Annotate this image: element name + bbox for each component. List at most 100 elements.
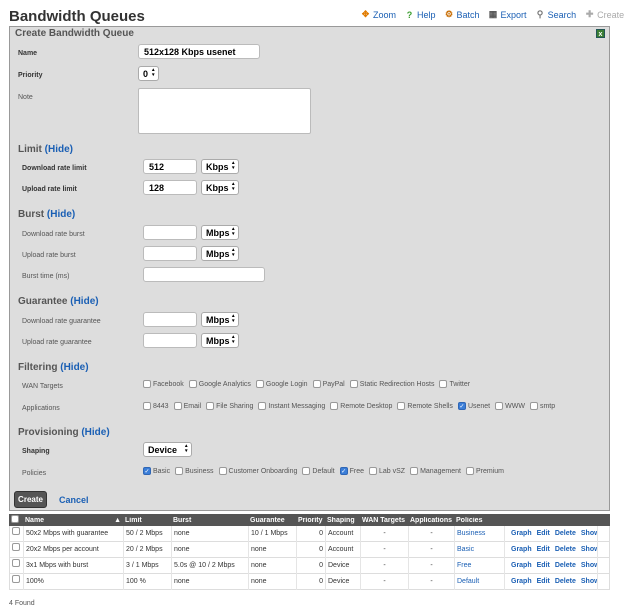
close-icon[interactable]: x xyxy=(596,29,605,38)
checkbox-checked-icon[interactable]: ✓ xyxy=(143,467,151,475)
checkbox-icon[interactable] xyxy=(349,380,358,388)
download-burst-unit-select[interactable]: Mbps xyxy=(201,225,239,240)
checkbox-icon[interactable] xyxy=(369,467,377,475)
header-policies[interactable]: Policies xyxy=(454,517,504,524)
checkbox-management[interactable]: Management xyxy=(410,467,461,475)
row-checkbox[interactable] xyxy=(12,542,20,551)
checkbox-8443[interactable]: 8443 xyxy=(143,402,169,410)
provisioning-hide-link[interactable]: (Hide) xyxy=(81,427,109,438)
download-guarantee-input[interactable] xyxy=(143,312,197,327)
checkbox-icon[interactable] xyxy=(495,402,504,410)
checkbox-facebook[interactable]: Facebook xyxy=(143,380,184,388)
checkbox-icon[interactable] xyxy=(330,402,339,410)
checkbox-icon[interactable] xyxy=(173,402,182,410)
show-link[interactable]: Show xyxy=(581,526,597,542)
burst-hide-link[interactable]: (Hide) xyxy=(47,209,75,220)
upload-burst-unit-select[interactable]: Mbps xyxy=(201,246,239,261)
header-name[interactable]: Name ▲ xyxy=(23,517,123,524)
checkbox-icon[interactable] xyxy=(258,402,267,410)
zoom-button[interactable]: ✥ Zoom xyxy=(360,9,396,20)
row-checkbox[interactable] xyxy=(12,526,20,535)
checkbox-file-sharing[interactable]: File Sharing xyxy=(206,402,253,410)
checkbox-icon[interactable] xyxy=(206,402,215,410)
name-field[interactable]: 512x128 Kbps usenet xyxy=(138,44,260,59)
checkbox-paypal[interactable]: PayPal xyxy=(312,380,345,388)
show-link[interactable]: Show xyxy=(581,542,597,558)
burst-time-input[interactable] xyxy=(143,267,265,282)
help-button[interactable]: ? Help xyxy=(404,9,436,20)
checkbox-smtp[interactable]: smtp xyxy=(529,402,555,410)
export-button[interactable]: ▦ Export xyxy=(488,9,527,20)
delete-link[interactable]: Delete xyxy=(555,542,576,558)
checkbox-customer-onboarding[interactable]: Customer Onboarding xyxy=(218,467,297,475)
checkbox-premium[interactable]: Premium xyxy=(465,467,504,475)
graph-link[interactable]: Graph xyxy=(511,574,532,590)
checkbox-icon[interactable] xyxy=(397,402,406,410)
download-limit-unit-select[interactable]: Kbps xyxy=(201,159,239,174)
header-shaping[interactable]: Shaping xyxy=(325,517,360,524)
edit-link[interactable]: Edit xyxy=(537,542,550,558)
upload-limit-unit-select[interactable]: Kbps xyxy=(201,180,239,195)
batch-button[interactable]: ⚙ Batch xyxy=(444,9,480,20)
cell-policies[interactable]: Basic xyxy=(455,541,505,558)
checkbox-google-analytics[interactable]: Google Analytics xyxy=(188,380,251,388)
delete-link[interactable]: Delete xyxy=(555,558,576,574)
shaping-select[interactable]: Device xyxy=(143,442,192,457)
download-burst-input[interactable] xyxy=(143,225,197,240)
graph-link[interactable]: Graph xyxy=(511,526,532,542)
show-link[interactable]: Show xyxy=(581,574,597,590)
cell-policies[interactable]: Business xyxy=(455,525,505,542)
checkbox-instant-messaging[interactable]: Instant Messaging xyxy=(258,402,325,410)
checkbox-static-redirection-hosts[interactable]: Static Redirection Hosts xyxy=(349,380,434,388)
filtering-hide-link[interactable]: (Hide) xyxy=(60,362,88,373)
checkbox-usenet[interactable]: ✓ Usenet xyxy=(457,402,490,410)
cell-policies[interactable]: Free xyxy=(455,557,505,574)
header-guarantee[interactable]: Guarantee xyxy=(248,517,296,524)
upload-burst-input[interactable] xyxy=(143,246,197,261)
checkbox-remote-desktop[interactable]: Remote Desktop xyxy=(330,402,392,410)
checkbox-free[interactable]: ✓ Free xyxy=(339,467,364,475)
cancel-link[interactable]: Cancel xyxy=(59,495,89,505)
delete-link[interactable]: Delete xyxy=(555,574,576,590)
download-guarantee-unit-select[interactable]: Mbps xyxy=(201,312,239,327)
show-link[interactable]: Show xyxy=(581,558,597,574)
checkbox-icon[interactable] xyxy=(439,380,448,388)
row-checkbox[interactable] xyxy=(12,574,20,583)
limit-hide-link[interactable]: (Hide) xyxy=(45,144,73,155)
checkbox-icon[interactable] xyxy=(188,380,197,388)
checkbox-icon[interactable] xyxy=(312,380,321,388)
download-limit-input[interactable]: 512 xyxy=(143,159,197,174)
checkbox-email[interactable]: Email xyxy=(173,402,201,410)
checkbox-icon[interactable] xyxy=(302,467,311,475)
header-priority[interactable]: Priority xyxy=(296,517,325,524)
graph-link[interactable]: Graph xyxy=(511,558,532,574)
cell-policies[interactable]: Default xyxy=(455,573,505,590)
select-all-checkbox[interactable] xyxy=(11,515,19,523)
checkbox-basic[interactable]: ✓ Basic xyxy=(143,467,170,475)
header-burst[interactable]: Burst xyxy=(171,517,248,524)
header-wan-targets[interactable]: WAN Targets xyxy=(360,517,408,524)
edit-link[interactable]: Edit xyxy=(537,574,550,590)
edit-link[interactable]: Edit xyxy=(537,558,550,574)
search-button[interactable]: ⚲ Search xyxy=(535,9,576,20)
edit-link[interactable]: Edit xyxy=(537,526,550,542)
delete-link[interactable]: Delete xyxy=(555,526,576,542)
upload-limit-input[interactable]: 128 xyxy=(143,180,197,195)
checkbox-www[interactable]: WWW xyxy=(495,402,525,410)
checkbox-checked-icon[interactable]: ✓ xyxy=(339,467,348,475)
upload-guarantee-unit-select[interactable]: Mbps xyxy=(201,333,239,348)
checkbox-icon[interactable] xyxy=(143,402,151,410)
checkbox-business[interactable]: Business xyxy=(175,467,214,475)
checkbox-twitter[interactable]: Twitter xyxy=(439,380,470,388)
checkbox-icon[interactable] xyxy=(410,467,419,475)
checkbox-icon[interactable] xyxy=(465,467,474,475)
checkbox-lab-vsz[interactable]: Lab vSZ xyxy=(369,467,405,475)
checkbox-icon[interactable] xyxy=(255,380,264,388)
header-applications[interactable]: Applications xyxy=(408,517,454,524)
priority-select[interactable]: 0 xyxy=(138,66,159,81)
checkbox-icon[interactable] xyxy=(529,402,538,410)
checkbox-remote-shells[interactable]: Remote Shells xyxy=(397,402,453,410)
checkbox-icon[interactable] xyxy=(143,380,151,388)
header-limit[interactable]: Limit xyxy=(123,517,171,524)
checkbox-icon[interactable] xyxy=(218,467,227,475)
